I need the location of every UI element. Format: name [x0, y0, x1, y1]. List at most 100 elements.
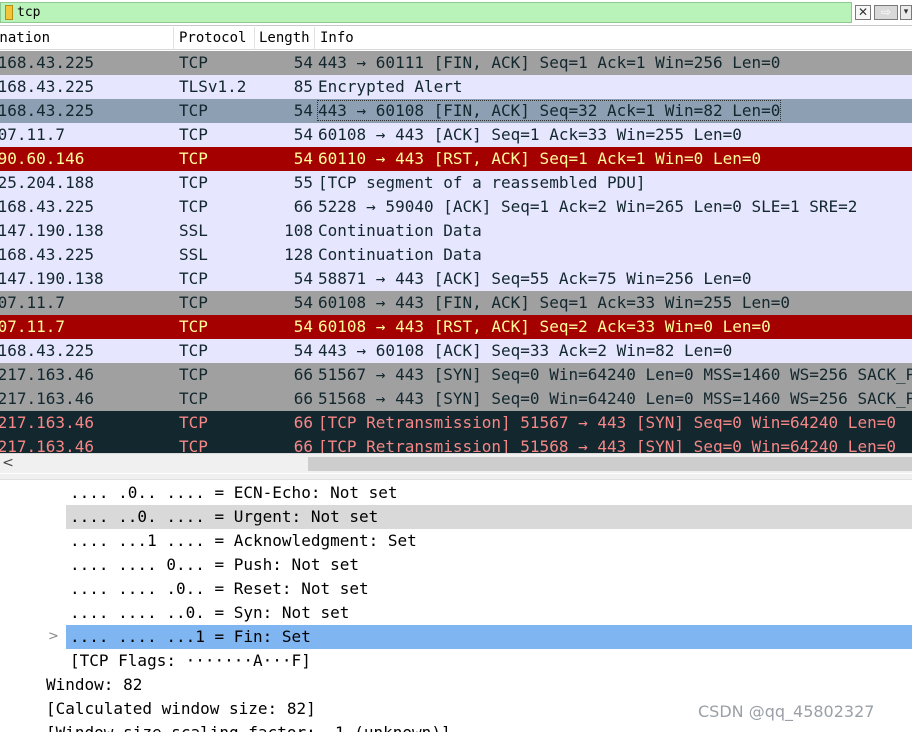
packet-row[interactable]: .168.43.225 TCP 54443 → 60108 [FIN, ACK] S…: [0, 99, 912, 123]
watermark: CSDN @qq_45802327: [698, 702, 875, 721]
apply-filter-icon[interactable]: ⇨: [874, 5, 898, 20]
expand-chevron-icon[interactable]: >: [48, 629, 59, 644]
packet-protocol: TCP: [179, 269, 208, 288]
packet-protocol: TCP: [179, 341, 208, 360]
packet-row[interactable]: .168.43.225 TCP 54 443 → 60108 [ACK] Seq=33…: [0, 339, 912, 363]
detail-tree-item-label: .... .... ..0. = Syn: Not set: [70, 603, 350, 622]
packet-protocol: TCP: [179, 125, 208, 144]
packet-row[interactable]: 125.204.188 TCP 55 [TCP segment of a reasse…: [0, 171, 912, 195]
packet-protocol: TLSv1.2: [179, 77, 247, 96]
column-header-destination[interactable]: ination: [0, 30, 50, 46]
packet-length: 54: [293, 317, 313, 336]
detail-tree-item[interactable]: .... ..0. .... = Urgent: Not set: [66, 505, 912, 529]
packet-destination: .168.43.225: [0, 341, 94, 360]
detail-tree-item[interactable]: [Window size scaling factor: -1 (unknown…: [42, 721, 912, 732]
packet-row[interactable]: .217.163.46 TCP 66 [TCP Retransmission] 515…: [0, 411, 912, 435]
pane-splitter[interactable]: [0, 474, 912, 480]
detail-tree-item[interactable]: [TCP Flags: ·······A···F]: [66, 649, 912, 673]
packet-protocol: SSL: [179, 245, 208, 264]
detail-tree-item[interactable]: .... .0.. .... = ECN-Echo: Not set: [66, 481, 912, 505]
packet-info: [TCP Retransmission] 51567 → 443 [SYN] S…: [318, 413, 896, 432]
detail-tree-item-label: .... .0.. .... = ECN-Echo: Not set: [70, 483, 398, 502]
detail-tree-item-label: [TCP Flags: ·······A···F]: [70, 651, 311, 670]
bookmark-icon[interactable]: [5, 5, 13, 20]
packet-destination: .147.190.138: [0, 269, 104, 288]
packet-destination: 190.60.146: [0, 149, 85, 168]
packet-protocol: TCP: [179, 197, 208, 216]
packet-row[interactable]: .217.163.46 TCP 66 51567 → 443 [SYN] Seq=0 …: [0, 363, 912, 387]
packet-list-horizontal-scrollbar[interactable]: <: [0, 453, 912, 473]
packet-info: 51568 → 443 [SYN] Seq=0 Win=64240 Len=0 …: [318, 389, 912, 408]
column-divider[interactable]: [314, 27, 315, 50]
packet-protocol: SSL: [179, 221, 208, 240]
detail-tree-item[interactable]: .... .... ...1 = Fin: Set: [66, 625, 912, 649]
filter-text[interactable]: tcp: [17, 5, 40, 20]
packet-info: 60108 → 443 [ACK] Seq=1 Ack=33 Win=255 L…: [318, 125, 742, 144]
packet-length: 85: [293, 77, 313, 96]
packet-length: 66: [293, 197, 313, 216]
packet-row[interactable]: .168.43.225 SSL 128 Continuation Data: [0, 243, 912, 267]
packet-info: [TCP segment of a reassembled PDU]: [318, 173, 646, 192]
detail-tree-item-label: [Calculated window size: 82]: [46, 699, 316, 718]
packet-details-pane[interactable]: .... .0.. .... = ECN-Echo: Not set .... .…: [0, 481, 912, 732]
packet-destination: .217.163.46: [0, 389, 94, 408]
packet-protocol: TCP: [179, 101, 208, 120]
packet-info: Encrypted Alert: [318, 77, 463, 96]
packet-length: 54: [293, 101, 313, 120]
packet-row[interactable]: 190.60.146 TCP 54 60110 → 443 [RST, ACK] Se…: [0, 147, 912, 171]
clear-filter-icon[interactable]: ✕: [855, 5, 871, 20]
packet-row[interactable]: .217.163.46 TCP 66 51568 → 443 [SYN] Seq=0 …: [0, 387, 912, 411]
packet-row[interactable]: .168.43.225 TCP 54 443 → 60111 [FIN, ACK] S…: [0, 51, 912, 75]
packet-info: Continuation Data: [318, 221, 482, 240]
scroll-left-icon[interactable]: <: [0, 455, 16, 473]
packet-row[interactable]: 107.11.7 TCP 54 60108 → 443 [FIN, ACK] Seq=…: [0, 291, 912, 315]
packet-destination: 125.204.188: [0, 173, 94, 192]
column-divider[interactable]: [173, 27, 174, 50]
packet-protocol: TCP: [179, 53, 208, 72]
detail-tree-item[interactable]: .... .... 0... = Push: Not set: [66, 553, 912, 577]
detail-tree-item[interactable]: Window: 82: [42, 673, 912, 697]
filter-history-dropdown-icon[interactable]: ▾: [900, 5, 912, 20]
packet-protocol: TCP: [179, 173, 208, 192]
packet-protocol: TCP: [179, 389, 208, 408]
detail-tree-item-label: .... .... 0... = Push: Not set: [70, 555, 359, 574]
packet-destination: .168.43.225: [0, 197, 94, 216]
packet-row[interactable]: .168.43.225 TLSv1.2 85 Encrypted Alert: [0, 75, 912, 99]
packet-destination: .217.163.46: [0, 413, 94, 432]
packet-destination: .217.163.46: [0, 365, 94, 384]
detail-tree-item[interactable]: .... ...1 .... = Acknowledgment: Set: [66, 529, 912, 553]
display-filter-input[interactable]: tcp: [0, 2, 852, 23]
packet-info: 51567 → 443 [SYN] Seq=0 Win=64240 Len=0 …: [318, 365, 912, 384]
detail-tree-item-label: .... .... ...1 = Fin: Set: [70, 627, 311, 646]
packet-protocol: TCP: [179, 365, 208, 384]
packet-length: 66: [293, 389, 313, 408]
detail-tree-item-label: .... ..0. .... = Urgent: Not set: [70, 507, 379, 526]
packet-row[interactable]: 107.11.7 TCP 54 60108 → 443 [ACK] Seq=1 Ack…: [0, 123, 912, 147]
detail-tree-item-label: [Window size scaling factor: -1 (unknown…: [46, 723, 451, 732]
packet-info: 443 → 60108 [ACK] Seq=33 Ack=2 Win=82 Le…: [318, 341, 733, 360]
scrollbar-thumb[interactable]: [308, 457, 912, 471]
packet-length: 66: [293, 365, 313, 384]
packet-row[interactable]: .147.190.138 TCP 54 58871 → 443 [ACK] Seq=5…: [0, 267, 912, 291]
packet-info: 443 → 60111 [FIN, ACK] Seq=1 Ack=1 Win=2…: [318, 53, 781, 72]
detail-tree-item-label: Window: 82: [46, 675, 143, 694]
column-header-protocol[interactable]: Protocol: [179, 30, 246, 46]
packet-row[interactable]: .168.43.225 TCP 66 5228 → 59040 [ACK] Seq=1…: [0, 195, 912, 219]
detail-tree-item[interactable]: .... .... .0.. = Reset: Not set: [66, 577, 912, 601]
packet-list-header: ination Protocol Length Info: [0, 27, 912, 50]
column-divider[interactable]: [254, 27, 255, 50]
packet-protocol: TCP: [179, 293, 208, 312]
packet-row[interactable]: .147.190.138 SSL 108 Continuation Data: [0, 219, 912, 243]
column-header-length[interactable]: Length: [259, 30, 310, 46]
packet-length: 54: [293, 341, 313, 360]
packet-length: 54: [293, 293, 313, 312]
detail-tree-item[interactable]: .... .... ..0. = Syn: Not set: [66, 601, 912, 625]
packet-list[interactable]: .168.43.225 TCP 54 443 → 60111 [FIN, ACK] S…: [0, 51, 912, 459]
packet-destination: 107.11.7: [0, 293, 66, 312]
packet-info: 443 → 60108 [FIN, ACK] Seq=32 Ack=1 Win=…: [316, 100, 782, 121]
detail-tree-item-label: .... ...1 .... = Acknowledgment: Set: [70, 531, 417, 550]
packet-row[interactable]: 107.11.7 TCP 54 60108 → 443 [RST, ACK] Seq=…: [0, 315, 912, 339]
packet-info: 60110 → 443 [RST, ACK] Seq=1 Ack=1 Win=0…: [318, 149, 762, 168]
column-header-info[interactable]: Info: [320, 30, 354, 46]
packet-info: Continuation Data: [318, 245, 482, 264]
